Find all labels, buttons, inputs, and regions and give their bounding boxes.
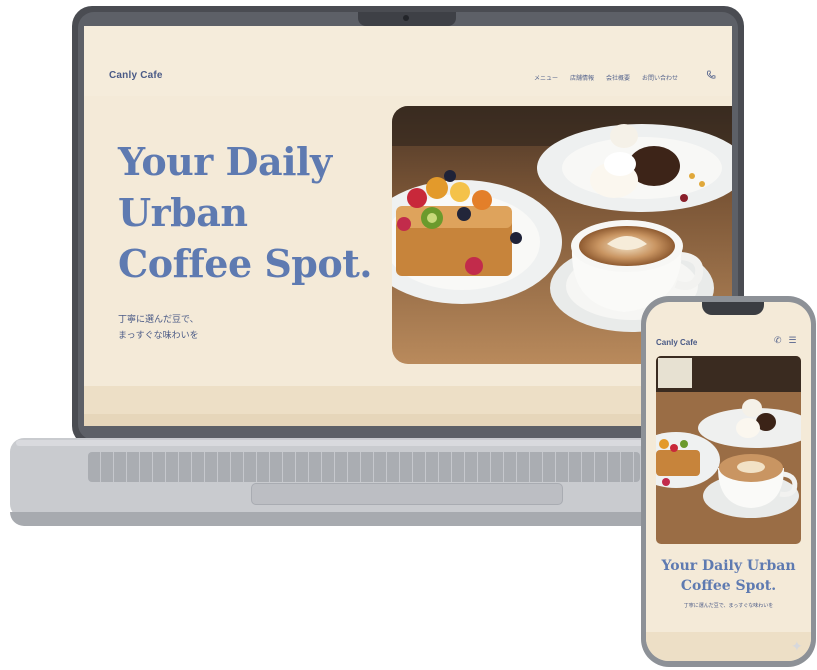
screen-shadow [84, 414, 732, 426]
mobile-hero-title-line: Coffee Spot. [680, 578, 777, 594]
mobile-header-icons: ✆ ☰ [774, 335, 797, 346]
phone-notch [702, 302, 764, 315]
hero-subtitle-line: まっすぐな味わいを [118, 330, 199, 340]
hero-title-line: Urban [118, 190, 248, 235]
mobile-hero-title-line: Your Daily Urban [661, 558, 796, 574]
phone-icon[interactable]: ✆ [774, 335, 782, 346]
site-logo[interactable]: Canly Cafe [109, 70, 163, 81]
nav-item-company[interactable]: 会社概要 [606, 73, 630, 82]
hero-subtitle-line: 丁寧に選んだ豆で、 [118, 314, 199, 324]
phone-screen: Canly Cafe ✆ ☰ Your Daily Urban Coffee S… [646, 302, 811, 661]
mobile-logo[interactable]: Canly Cafe [656, 338, 697, 347]
mobile-hero-subtitle: 丁寧に選んだ豆で、まっすぐな味わいを [683, 603, 774, 609]
laptop-screen: Canly Cafe メニュー 店舗情報 会社概要 お問い合わせ Your Da… [84, 26, 732, 426]
hero-title: Your Daily Urban Coffee Spot. [118, 136, 373, 289]
laptop-base-edge [10, 512, 750, 526]
laptop-keyboard [88, 452, 640, 482]
nav-item-menu[interactable]: メニュー [534, 73, 558, 82]
site-header [84, 26, 732, 96]
hero-title-line: Your Daily [118, 139, 332, 184]
laptop-hinge [16, 440, 744, 446]
nav-item-store-info[interactable]: 店舗情報 [570, 73, 594, 82]
phone-icon[interactable] [706, 70, 716, 80]
hamburger-icon[interactable]: ☰ [789, 335, 797, 346]
camera-icon [403, 15, 409, 21]
main-nav: メニュー 店舗情報 会社概要 お問い合わせ [534, 73, 678, 82]
mobile-hero-image [656, 356, 801, 544]
laptop-trackpad [251, 483, 563, 505]
mobile-footer-band [646, 632, 811, 661]
nav-item-contact[interactable]: お問い合わせ [642, 73, 678, 82]
mobile-hero-title: Your Daily Urban Coffee Spot. [646, 556, 811, 596]
hero-subtitle: 丁寧に選んだ豆で、 まっすぐな味わいを [118, 311, 199, 343]
hero-title-line: Coffee Spot. [118, 241, 373, 286]
sparkle-icon: ✦ [791, 638, 803, 654]
